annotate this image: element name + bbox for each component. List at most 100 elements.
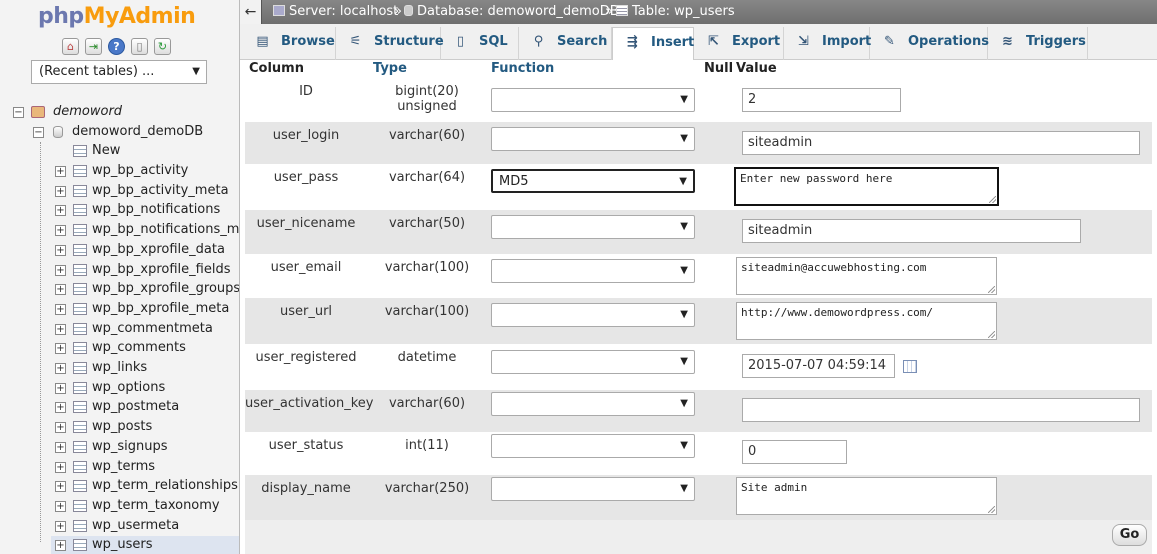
tree-table-item[interactable]: + wp_bp_activity_meta — [51, 182, 239, 202]
tree-table-item[interactable]: + wp_bp_xprofile_meta — [51, 300, 239, 320]
tab-browse[interactable]: ▤ Browse — [243, 27, 336, 60]
tree-table-item[interactable]: + wp_postmeta — [51, 398, 239, 418]
tree-table-label[interactable]: wp_bp_xprofile_meta — [92, 300, 229, 318]
tree-table-label[interactable]: wp_bp_notifications_meta — [92, 221, 239, 239]
expand-icon[interactable]: + — [55, 205, 66, 216]
tab-export[interactable]: ⇱ Export — [694, 27, 784, 60]
resize-grip-icon[interactable] — [988, 286, 995, 293]
table-icon[interactable] — [73, 421, 87, 433]
help-icon[interactable]: ? — [108, 38, 125, 55]
header-type[interactable]: Type — [373, 60, 407, 78]
function-select[interactable]: ▼ — [491, 477, 695, 501]
tree-table-label[interactable]: wp_signups — [92, 438, 168, 456]
value-input[interactable]: 2015-07-07 04:59:14 — [742, 354, 895, 378]
value-textarea[interactable]: siteadmin@accuwebhosting.com — [736, 257, 997, 295]
resize-grip-icon[interactable] — [989, 196, 996, 203]
expand-icon[interactable]: + — [55, 442, 66, 453]
tree-table-label[interactable]: wp_bp_notifications — [92, 201, 220, 219]
table-icon[interactable] — [73, 441, 87, 453]
table-icon[interactable] — [73, 461, 87, 473]
expand-icon[interactable]: + — [55, 402, 66, 413]
tree-table-label[interactable]: wp_bp_xprofile_data — [92, 241, 225, 259]
table-icon[interactable] — [73, 303, 87, 315]
recent-tables-select[interactable]: (Recent tables) ... ▼ — [31, 60, 207, 84]
expand-icon[interactable]: + — [55, 540, 66, 551]
tree-table-label[interactable]: wp_posts — [92, 418, 152, 436]
value-input[interactable]: siteadmin — [742, 219, 1081, 243]
tree-table-item[interactable]: + wp_users — [51, 536, 239, 554]
table-icon[interactable] — [73, 224, 87, 236]
expand-icon[interactable]: + — [55, 186, 66, 197]
expand-icon[interactable]: + — [55, 343, 66, 354]
tree-table-label[interactable]: wp_usermeta — [92, 517, 179, 535]
tree-table-label[interactable]: wp_bp_activity — [92, 162, 188, 180]
tab-operations[interactable]: ✎ Operations — [870, 27, 989, 60]
expand-icon[interactable]: + — [55, 225, 66, 236]
table-icon[interactable] — [73, 323, 87, 335]
back-arrow-icon[interactable]: ← — [240, 0, 262, 24]
table-icon[interactable] — [73, 500, 87, 512]
header-function[interactable]: Function — [491, 60, 554, 78]
tree-table-label[interactable]: wp_terms — [92, 458, 155, 476]
tree-table-item[interactable]: + wp_comments — [51, 339, 239, 359]
table-icon[interactable] — [73, 382, 87, 394]
expand-icon[interactable]: + — [55, 284, 66, 295]
table-icon[interactable] — [73, 185, 87, 197]
table-icon[interactable] — [73, 165, 87, 177]
resize-grip-icon[interactable] — [988, 331, 995, 338]
tree-table-label[interactable]: wp_options — [92, 379, 165, 397]
table-icon[interactable] — [73, 204, 87, 216]
tab-search[interactable]: ⚲ Search — [519, 27, 612, 60]
resize-grip-icon[interactable] — [988, 506, 995, 513]
tab-structure[interactable]: ⚟ Structure — [336, 27, 444, 60]
function-select[interactable]: ▼ — [491, 392, 695, 416]
logout-icon[interactable]: ⇥ — [85, 38, 102, 55]
table-icon[interactable] — [73, 362, 87, 374]
tab-insert[interactable]: ⇶ Insert — [612, 27, 694, 61]
collapse-icon[interactable]: − — [33, 127, 44, 138]
table-icon[interactable] — [73, 480, 87, 492]
value-input[interactable] — [742, 398, 1140, 422]
tab-import[interactable]: ⇲ Import — [784, 27, 871, 60]
expand-icon[interactable]: + — [55, 166, 66, 177]
tree-table-item[interactable]: + wp_bp_notifications_meta — [51, 221, 239, 241]
table-icon[interactable] — [73, 342, 87, 354]
tree-table-label[interactable]: wp_commentmeta — [92, 320, 213, 338]
tree-table-label[interactable]: wp_bp_activity_meta — [92, 182, 229, 200]
expand-icon[interactable]: + — [55, 422, 66, 433]
function-select[interactable]: MD5 ▼ — [491, 169, 695, 193]
value-textarea[interactable]: http://www.demowordpress.com/ — [736, 302, 997, 340]
expand-icon[interactable]: + — [55, 265, 66, 276]
tree-table-label[interactable]: wp_users — [92, 536, 153, 554]
table-icon[interactable] — [73, 520, 87, 532]
home-icon[interactable]: ⌂ — [62, 38, 79, 55]
tree-table-item[interactable]: + wp_bp_xprofile_fields — [51, 261, 239, 281]
function-select[interactable]: ▼ — [491, 127, 695, 151]
value-input[interactable]: siteadmin — [742, 131, 1140, 155]
value-textarea[interactable]: Site admin — [736, 477, 997, 515]
expand-icon[interactable]: + — [55, 363, 66, 374]
expand-icon[interactable]: + — [55, 521, 66, 532]
tree-table-item[interactable]: + wp_term_relationships — [51, 477, 239, 497]
go-button[interactable]: Go — [1112, 524, 1147, 546]
table-icon[interactable] — [73, 244, 87, 256]
breadcrumb-database[interactable]: Database: demoword_demoDB — [404, 0, 619, 24]
tree-table-label[interactable]: wp_comments — [92, 339, 186, 357]
expand-icon[interactable]: + — [55, 383, 66, 394]
value-input[interactable]: 2 — [742, 88, 901, 112]
expand-icon[interactable]: + — [55, 462, 66, 473]
tree-table-label[interactable]: wp_term_taxonomy — [92, 497, 220, 515]
tree-table-item[interactable]: + wp_bp_xprofile_data — [51, 241, 239, 261]
value-textarea[interactable]: Enter new password here — [734, 167, 999, 206]
expand-icon[interactable]: + — [55, 481, 66, 492]
tree-table-item[interactable]: + wp_term_taxonomy — [51, 497, 239, 517]
table-icon[interactable] — [73, 264, 87, 276]
table-icon[interactable] — [73, 401, 87, 413]
tree-table-item[interactable]: + wp_commentmeta — [51, 320, 239, 340]
tree-table-item[interactable]: + wp_links — [51, 359, 239, 379]
function-select[interactable]: ▼ — [491, 215, 695, 239]
function-select[interactable]: ▼ — [491, 350, 695, 374]
tree-table-item[interactable]: + wp_signups — [51, 438, 239, 458]
expand-icon[interactable]: + — [55, 304, 66, 315]
tab-sql[interactable]: ▯ SQL — [441, 27, 519, 60]
